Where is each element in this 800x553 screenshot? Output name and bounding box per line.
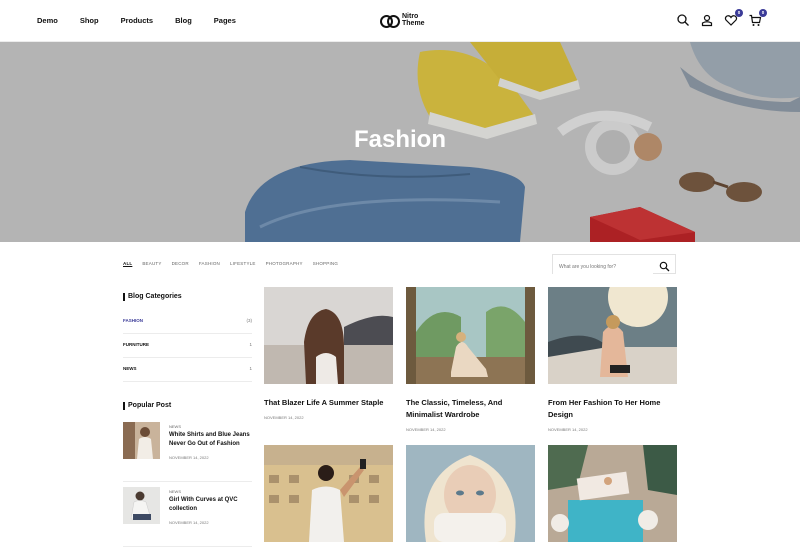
filter-decor[interactable]: DECOR — [172, 261, 189, 266]
filter-beauty[interactable]: BEAUTY — [142, 261, 161, 266]
logo-text: Nitro Theme — [402, 13, 425, 27]
popular-post-tag: NEWS — [169, 489, 181, 494]
wishlist-count-badge: 0 — [735, 9, 743, 17]
category-item-news[interactable]: NEWS 1 — [123, 358, 252, 382]
post-card — [264, 445, 393, 547]
category-count: 1 — [249, 366, 252, 371]
popular-post-date: NOVEMBER 14, 2022 — [169, 520, 209, 525]
site-header: Demo Shop Products Blog Pages Nitro Them… — [0, 0, 800, 42]
logo-mark-icon — [380, 14, 400, 28]
category-count: (3) — [246, 318, 253, 323]
post-image[interactable] — [406, 445, 535, 542]
site-logo[interactable]: Nitro Theme — [380, 13, 425, 28]
search-input[interactable] — [553, 258, 653, 276]
main-nav: Demo Shop Products Blog Pages — [37, 16, 258, 25]
logo-line2: Theme — [402, 20, 425, 27]
popular-post-title[interactable]: White Shirts and Blue Jeans Never Go Out… — [169, 431, 251, 449]
nav-shop[interactable]: Shop — [80, 16, 99, 25]
filter-fashion[interactable]: FASHION — [199, 261, 220, 266]
search-icon[interactable] — [676, 13, 690, 27]
popular-post-thumbnail[interactable] — [123, 422, 160, 459]
popular-post-heading: Popular Post — [123, 402, 171, 410]
post-date: NOVEMBER 14, 2022 — [264, 415, 304, 420]
nav-blog[interactable]: Blog — [175, 16, 192, 25]
blog-categories-heading: Blog Categories — [123, 293, 182, 301]
cart-count-badge: 0 — [759, 9, 767, 17]
filter-photography[interactable]: PHOTOGRAPHY — [266, 261, 303, 266]
popular-post-title[interactable]: Girl With Curves at QVC collection — [169, 496, 251, 514]
filter-lifestyle[interactable]: LIFESTYLE — [230, 261, 256, 266]
post-image[interactable] — [548, 267, 677, 384]
nav-demo[interactable]: Demo — [37, 16, 58, 25]
popular-post-date: NOVEMBER 14, 2022 — [169, 455, 209, 460]
post-title[interactable]: That Blazer Life A Summer Staple — [264, 397, 393, 409]
category-label: NEWS — [123, 366, 137, 371]
post-image[interactable] — [406, 287, 535, 384]
nav-pages[interactable]: Pages — [214, 16, 236, 25]
page-title: Fashion — [353, 126, 446, 153]
category-count: 1 — [249, 342, 252, 347]
post-image[interactable] — [264, 445, 393, 542]
popular-post-item[interactable]: NEWS White Shirts and Blue Jeans Never G… — [123, 422, 252, 482]
popular-post-item[interactable]: NEWS Girl With Curves at QVC collection … — [123, 487, 252, 547]
post-date: NOVEMBER 14, 2022 — [548, 427, 588, 432]
post-card: The Classic, Timeless, And Minimalist Wa… — [406, 287, 535, 432]
post-image[interactable] — [264, 287, 393, 384]
category-label: FASHION — [123, 318, 144, 323]
nav-products[interactable]: Products — [121, 16, 154, 25]
blog-search — [552, 254, 676, 276]
category-item-fashion[interactable]: FASHION (3) — [123, 310, 252, 334]
post-card — [548, 445, 677, 547]
search-submit-icon[interactable] — [659, 259, 670, 272]
post-card: That Blazer Life A Summer Staple NOVEMBE… — [264, 287, 393, 420]
popular-post-thumbnail[interactable] — [123, 487, 160, 524]
category-label: FURNITURE — [123, 342, 149, 347]
cart-icon[interactable]: 0 — [748, 9, 767, 27]
wishlist-heart-icon[interactable]: 0 — [724, 9, 743, 27]
filter-shopping[interactable]: SHOPPING — [313, 261, 338, 266]
post-card — [406, 445, 535, 547]
post-image[interactable] — [548, 445, 677, 542]
user-icon[interactable] — [700, 13, 714, 27]
post-date: NOVEMBER 14, 2022 — [406, 427, 446, 432]
post-card: From Her Fashion To Her Home Design NOVE… — [548, 267, 677, 432]
post-title[interactable]: The Classic, Timeless, And Minimalist Wa… — [406, 397, 535, 421]
popular-post-tag: NEWS — [169, 424, 181, 429]
post-title[interactable]: From Her Fashion To Her Home Design — [548, 397, 677, 421]
header-icons: 0 0 — [676, 9, 767, 27]
logo-line1: Nitro — [402, 13, 419, 20]
hero-banner: Fashion — [0, 42, 800, 242]
filter-all[interactable]: ALL — [123, 261, 132, 266]
category-item-furniture[interactable]: FURNITURE 1 — [123, 334, 252, 358]
category-filter-tabs: ALL BEAUTY DECOR FASHION LIFESTYLE PHOTO… — [123, 261, 348, 266]
